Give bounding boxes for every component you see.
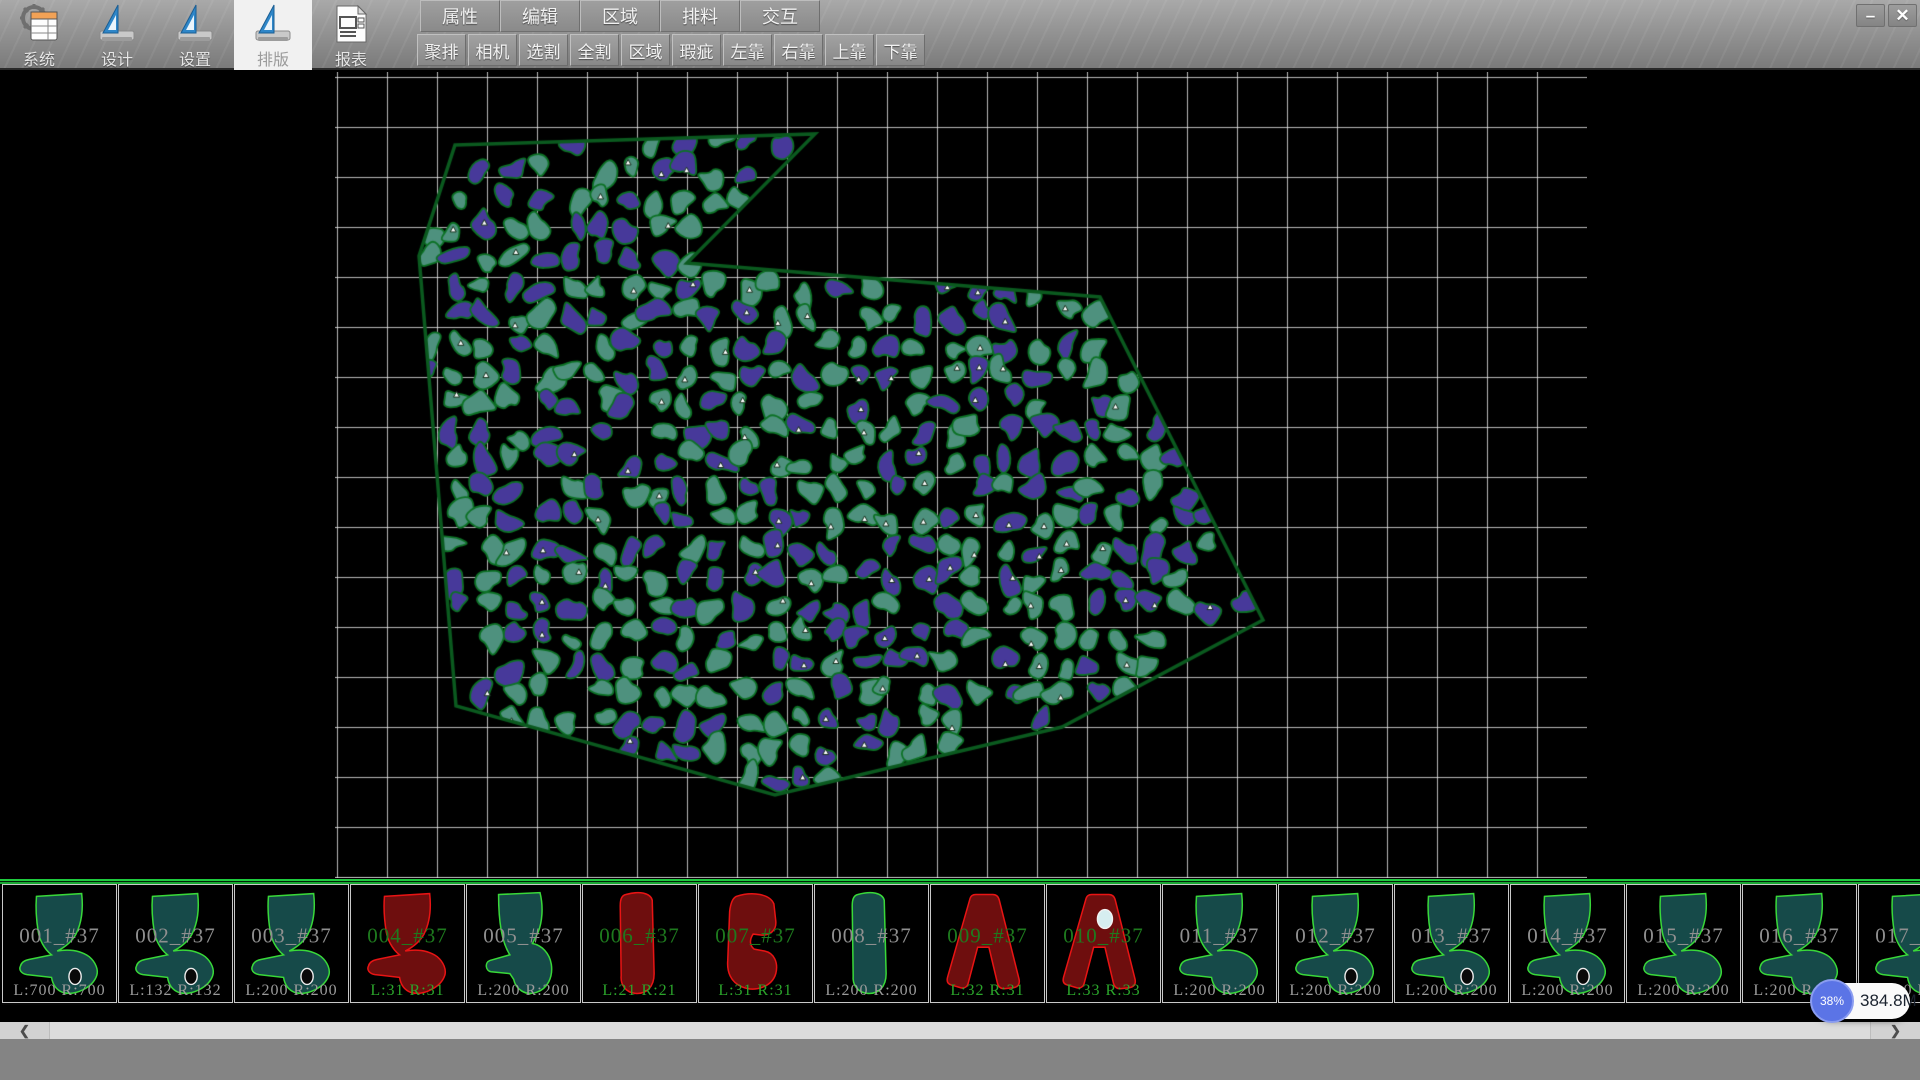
piece-thumbnail-001_#37[interactable]: 001_#37 L:700 R:700: [2, 884, 117, 1003]
piece-label: 011_#37: [1163, 924, 1276, 949]
piece-thumbnail-strip: 001_#37L:700 R:700002_#37L:132 R:132003_…: [2, 884, 1920, 1005]
app-button-报表[interactable]: 报表: [312, 0, 390, 70]
tool-button-下靠[interactable]: 下靠: [876, 34, 925, 66]
piece-thumbnail-009_#37[interactable]: 009_#37 L:32 R:31: [930, 884, 1045, 1003]
settings-icon: [173, 3, 217, 45]
scroll-left-button[interactable]: ❮: [0, 1022, 50, 1039]
app-button-label: 系统: [23, 46, 55, 70]
piece-label: 014_#37: [1511, 924, 1624, 949]
piece-thumbnail-008_#37[interactable]: 008_#37 L:200 R:200: [814, 884, 929, 1003]
piece-lr-count: L:200 R:200: [235, 982, 348, 1000]
menu-tab-属性[interactable]: 属性: [420, 0, 500, 32]
piece-lr-count: L:200 R:200: [467, 982, 580, 1000]
piece-thumbnail-007_#37[interactable]: 007_#37 L:31 R:31: [698, 884, 813, 1003]
status-bar: [0, 1039, 1920, 1080]
nesting-canvas[interactable]: [335, 72, 1587, 878]
piece-lr-count: L:200 R:200: [1279, 982, 1392, 1000]
memory-size-label: 384.8M: [1860, 983, 1917, 1019]
piece-label: 017_#37: [1859, 924, 1920, 949]
app-button-label: 设计: [101, 46, 133, 70]
top-toolbar: 系统设计设置排版报表 属性编辑区域排料交互 聚排相机选割全割区域瑕疵左靠右靠上靠…: [0, 0, 1920, 70]
piece-thumbnail-002_#37[interactable]: 002_#37 L:132 R:132: [118, 884, 233, 1003]
tool-button-聚排[interactable]: 聚排: [417, 34, 466, 66]
nesting-icon: [251, 3, 295, 45]
piece-label: 002_#37: [119, 924, 232, 949]
piece-label: 012_#37: [1279, 924, 1392, 949]
scroll-right-button[interactable]: ❯: [1870, 1022, 1920, 1039]
piece-thumbnail-005_#37[interactable]: 005_#37 L:200 R:200: [466, 884, 581, 1003]
tool-button-左靠[interactable]: 左靠: [723, 34, 772, 66]
piece-lr-count: L:132 R:132: [119, 982, 232, 1000]
piece-label: 008_#37: [815, 924, 928, 949]
minimize-button[interactable]: –: [1856, 4, 1885, 27]
memory-usage-badge: 38% 384.8M: [1813, 983, 1910, 1019]
piece-lr-count: L:200 R:200: [1627, 982, 1740, 1000]
app-button-设计[interactable]: 设计: [78, 0, 156, 70]
piece-label: 007_#37: [699, 924, 812, 949]
menu-row: 属性编辑区域排料交互: [420, 0, 820, 33]
tool-button-全割[interactable]: 全割: [570, 34, 619, 66]
piece-lr-count: L:21 R:21: [583, 982, 696, 1000]
app-button-label: 排版: [257, 46, 289, 70]
piece-thumbnail-013_#37[interactable]: 013_#37 L:200 R:200: [1394, 884, 1509, 1003]
app-button-设置[interactable]: 设置: [156, 0, 234, 70]
piece-label: 005_#37: [467, 924, 580, 949]
horizontal-scrollbar[interactable]: ❮ ❯: [0, 1022, 1920, 1039]
piece-lr-count: L:33 R:33: [1047, 982, 1160, 1000]
piece-thumbnail-004_#37[interactable]: 004_#37 L:31 R:31: [350, 884, 465, 1003]
tool-row: 聚排相机选割全割区域瑕疵左靠右靠上靠下靠: [417, 34, 927, 67]
menu-tab-交互[interactable]: 交互: [740, 0, 820, 32]
piece-label: 009_#37: [931, 924, 1044, 949]
piece-label: 010_#37: [1047, 924, 1160, 949]
piece-thumbnail-012_#37[interactable]: 012_#37 L:200 R:200: [1278, 884, 1393, 1003]
report-icon: [329, 3, 373, 45]
piece-label: 013_#37: [1395, 924, 1508, 949]
close-button[interactable]: ✕: [1888, 4, 1917, 27]
app-button-系统[interactable]: 系统: [0, 0, 78, 70]
piece-label: 006_#37: [583, 924, 696, 949]
piece-lr-count: L:31 R:31: [351, 982, 464, 1000]
system-icon: [17, 3, 61, 45]
piece-lr-count: L:200 R:200: [815, 982, 928, 1000]
piece-thumbnail-010_#37[interactable]: 010_#37 L:33 R:33: [1046, 884, 1161, 1003]
memory-percent-indicator: 38%: [1810, 979, 1854, 1023]
piece-lr-count: L:200 R:200: [1163, 982, 1276, 1000]
piece-label: 001_#37: [3, 924, 116, 949]
piece-lr-count: L:200 R:200: [1395, 982, 1508, 1000]
tool-button-上靠[interactable]: 上靠: [825, 34, 874, 66]
app-button-排版[interactable]: 排版: [234, 0, 312, 70]
piece-label: 015_#37: [1627, 924, 1740, 949]
piece-label: 016_#37: [1743, 924, 1856, 949]
menu-tab-排料[interactable]: 排料: [660, 0, 740, 32]
design-icon: [95, 3, 139, 45]
menu-tab-编辑[interactable]: 编辑: [500, 0, 580, 32]
app-buttons: 系统 设计 设置 排版 报表: [0, 0, 390, 70]
tool-button-相机[interactable]: 相机: [468, 34, 517, 66]
piece-label: 004_#37: [351, 924, 464, 949]
piece-lr-count: L:700 R:700: [3, 982, 116, 1000]
tool-button-选割[interactable]: 选割: [519, 34, 568, 66]
piece-thumbnail-011_#37[interactable]: 011_#37 L:200 R:200: [1162, 884, 1277, 1003]
piece-thumbnail-006_#37[interactable]: 006_#37 L:21 R:21: [582, 884, 697, 1003]
piece-lr-count: L:200 R:200: [1511, 982, 1624, 1000]
menu-tab-区域[interactable]: 区域: [580, 0, 660, 32]
tool-button-瑕疵[interactable]: 瑕疵: [672, 34, 721, 66]
piece-thumbnail-014_#37[interactable]: 014_#37 L:200 R:200: [1510, 884, 1625, 1003]
piece-lr-count: L:32 R:31: [931, 982, 1044, 1000]
piece-thumbnail-015_#37[interactable]: 015_#37 L:200 R:200: [1626, 884, 1741, 1003]
app-button-label: 报表: [335, 46, 367, 70]
window-controls: – ✕: [1856, 4, 1917, 27]
tool-button-区域[interactable]: 区域: [621, 34, 670, 66]
piece-label: 003_#37: [235, 924, 348, 949]
tool-button-右靠[interactable]: 右靠: [774, 34, 823, 66]
app-button-label: 设置: [179, 46, 211, 70]
piece-lr-count: L:31 R:31: [699, 982, 812, 1000]
piece-thumbnail-003_#37[interactable]: 003_#37 L:200 R:200: [234, 884, 349, 1003]
